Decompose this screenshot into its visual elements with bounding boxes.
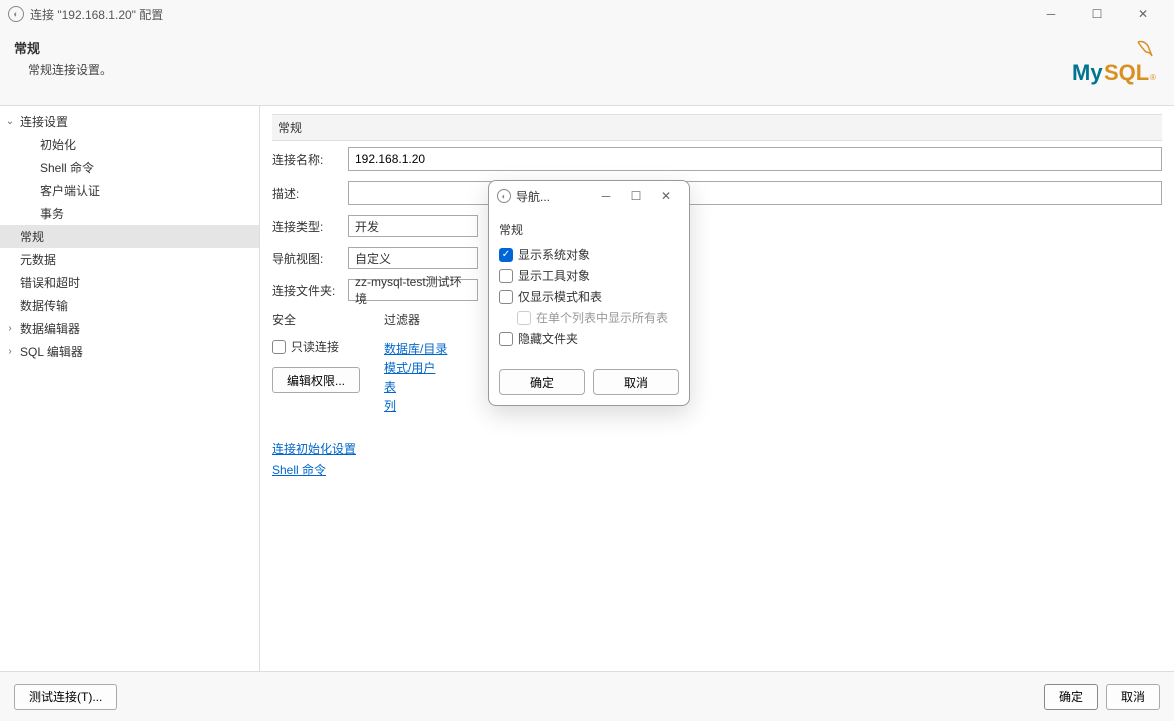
filter-link-0[interactable]: 数据库/目录 xyxy=(384,340,447,357)
ok-button[interactable]: 确定 xyxy=(1044,684,1098,710)
chevron-right-icon[interactable]: › xyxy=(4,346,16,357)
edit-permissions-button[interactable]: 编辑权限... xyxy=(272,367,360,393)
dialog-title: 导航... xyxy=(516,188,591,205)
sidebar-item-label: 客户端认证 xyxy=(40,182,100,199)
sidebar-tree: ⌄ 连接设置初始化 Shell 命令客户端认证事务常规元数据错误和超时数据传输 › 数据… xyxy=(0,106,260,671)
svg-text:My: My xyxy=(1072,60,1103,85)
sidebar-item-label: 常规 xyxy=(20,228,44,245)
conn-type-label: 连接类型: xyxy=(272,218,348,235)
sidebar-item-label: 错误和超时 xyxy=(20,274,80,291)
group-title-general: 常规 xyxy=(272,114,1162,141)
minimize-button[interactable]: ─ xyxy=(1028,0,1074,28)
checkbox-icon xyxy=(499,290,513,304)
filter-title: 过滤器 xyxy=(384,311,447,328)
dialog-maximize-button[interactable]: ☐ xyxy=(621,183,651,209)
sidebar-item-0[interactable]: ⌄ 连接设置 xyxy=(0,110,259,133)
sidebar-item-3[interactable]: 客户端认证 xyxy=(0,179,259,202)
test-connection-button[interactable]: 测试连接(T)... xyxy=(14,684,117,710)
cancel-button[interactable]: 取消 xyxy=(1106,684,1160,710)
sidebar-item-label: 元数据 xyxy=(20,251,56,268)
content-panel: 常规 连接名称: 描述: 连接类型: 开发 导航视图: 自定义 连接文件夹: z… xyxy=(260,106,1174,671)
page-title: 常规 xyxy=(14,38,1070,57)
folder-select[interactable]: zz-mysql-test测试环境 xyxy=(348,279,478,301)
page-header: 常规 常规连接设置。 My SQL ® xyxy=(0,28,1174,105)
dialog-footer: 测试连接(T)... 确定 取消 xyxy=(0,671,1174,721)
sidebar-item-2[interactable]: Shell 命令 xyxy=(0,156,259,179)
dialog-icon: ◐ xyxy=(497,189,511,203)
app-icon: ◐ xyxy=(8,6,24,22)
sidebar-item-10[interactable]: › SQL 编辑器 xyxy=(0,340,259,363)
checkbox-icon xyxy=(499,332,513,346)
sidebar-item-label: SQL 编辑器 xyxy=(20,343,83,360)
nav-option-1[interactable]: 显示工具对象 xyxy=(499,265,679,286)
sidebar-item-label: Shell 命令 xyxy=(40,159,94,176)
option-label: 显示系统对象 xyxy=(518,246,590,263)
navview-label: 导航视图: xyxy=(272,250,348,267)
sidebar-item-label: 初始化 xyxy=(40,136,76,153)
chevron-down-icon[interactable]: ⌄ xyxy=(4,116,16,127)
sidebar-item-label: 事务 xyxy=(40,205,64,222)
nav-option-2[interactable]: 仅显示模式和表 xyxy=(499,286,679,307)
sidebar-item-label: 连接设置 xyxy=(20,113,68,130)
dialog-cancel-button[interactable]: 取消 xyxy=(593,369,679,395)
svg-text:®: ® xyxy=(1150,73,1156,82)
filter-link-1[interactable]: 模式/用户 xyxy=(384,359,447,376)
window-titlebar: ◐ 连接 "192.168.1.20" 配置 ─ ☐ ✕ xyxy=(0,0,1174,28)
folder-label: 连接文件夹: xyxy=(272,282,348,299)
sidebar-item-4[interactable]: 事务 xyxy=(0,202,259,225)
navigation-dialog: ◐ 导航... ─ ☐ ✕ 常规 显示系统对象显示工具对象仅显示模式和表在单个列… xyxy=(488,180,690,406)
dialog-close-button[interactable]: ✕ xyxy=(651,183,681,209)
dialog-group-label: 常规 xyxy=(499,221,679,238)
mysql-logo: My SQL ® xyxy=(1070,38,1160,91)
maximize-button[interactable]: ☐ xyxy=(1074,0,1120,28)
sidebar-item-5[interactable]: 常规 xyxy=(0,225,259,248)
option-label: 仅显示模式和表 xyxy=(518,288,602,305)
conn-name-label: 连接名称: xyxy=(272,151,348,168)
desc-input[interactable] xyxy=(348,181,1162,205)
checkbox-icon xyxy=(499,269,513,283)
sidebar-item-7[interactable]: 错误和超时 xyxy=(0,271,259,294)
svg-text:SQL: SQL xyxy=(1104,60,1149,85)
checkbox-icon xyxy=(272,340,286,354)
option-label: 显示工具对象 xyxy=(518,267,590,284)
shell-cmd-link[interactable]: Shell 命令 xyxy=(272,461,1162,478)
desc-label: 描述: xyxy=(272,185,348,202)
option-label: 在单个列表中显示所有表 xyxy=(536,309,668,326)
close-button[interactable]: ✕ xyxy=(1120,0,1166,28)
dialog-minimize-button[interactable]: ─ xyxy=(591,183,621,209)
window-title: 连接 "192.168.1.20" 配置 xyxy=(30,6,1028,23)
option-label: 隐藏文件夹 xyxy=(518,330,578,347)
filter-link-2[interactable]: 表 xyxy=(384,378,447,395)
sidebar-item-9[interactable]: › 数据编辑器 xyxy=(0,317,259,340)
init-settings-link[interactable]: 连接初始化设置 xyxy=(272,440,1162,457)
checkbox-icon xyxy=(499,248,513,262)
sidebar-item-6[interactable]: 元数据 xyxy=(0,248,259,271)
window-controls: ─ ☐ ✕ xyxy=(1028,0,1166,28)
checkbox-icon xyxy=(517,311,531,325)
nav-option-0[interactable]: 显示系统对象 xyxy=(499,244,679,265)
sidebar-item-8[interactable]: 数据传输 xyxy=(0,294,259,317)
chevron-right-icon[interactable]: › xyxy=(4,323,16,334)
security-title: 安全 xyxy=(272,311,360,328)
sidebar-item-label: 数据传输 xyxy=(20,297,68,314)
sidebar-item-1[interactable]: 初始化 xyxy=(0,133,259,156)
sidebar-item-label: 数据编辑器 xyxy=(20,320,80,337)
filter-link-3[interactable]: 列 xyxy=(384,397,447,414)
conn-name-input[interactable] xyxy=(348,147,1162,171)
navview-select[interactable]: 自定义 xyxy=(348,247,478,269)
conn-type-select[interactable]: 开发 xyxy=(348,215,478,237)
dialog-ok-button[interactable]: 确定 xyxy=(499,369,585,395)
nav-option-3: 在单个列表中显示所有表 xyxy=(517,307,679,328)
nav-option-4[interactable]: 隐藏文件夹 xyxy=(499,328,679,349)
page-subtitle: 常规连接设置。 xyxy=(28,61,1070,78)
readonly-label: 只读连接 xyxy=(291,338,339,355)
readonly-checkbox[interactable]: 只读连接 xyxy=(272,338,360,355)
